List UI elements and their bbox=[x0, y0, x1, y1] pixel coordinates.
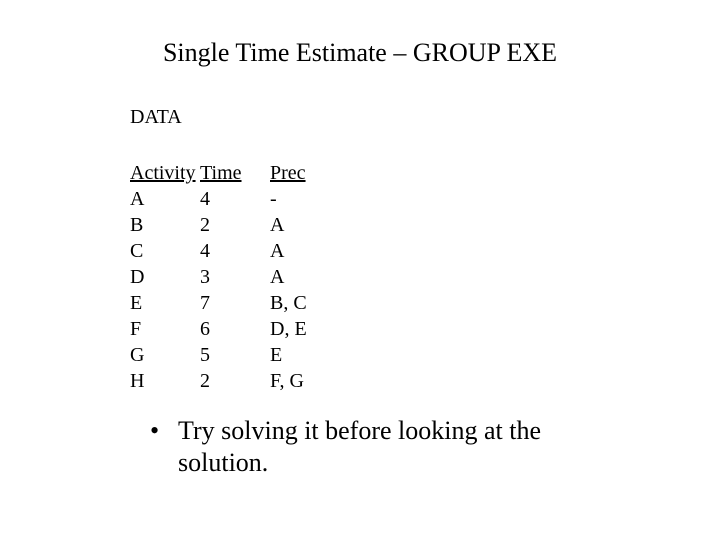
table-row: G 5 E bbox=[130, 342, 350, 368]
col-header-prec: Prec bbox=[270, 160, 350, 186]
cell-activity: D bbox=[130, 264, 200, 290]
cell-time: 7 bbox=[200, 290, 270, 316]
activity-table: Activity Time Prec A 4 - B 2 A C 4 A D 3… bbox=[130, 160, 350, 394]
bullet-text: Try solving it before looking at the sol… bbox=[178, 415, 630, 479]
cell-time: 5 bbox=[200, 342, 270, 368]
table-header-row: Activity Time Prec bbox=[130, 160, 350, 186]
cell-time: 4 bbox=[200, 186, 270, 212]
cell-time: 3 bbox=[200, 264, 270, 290]
cell-prec: D, E bbox=[270, 316, 350, 342]
cell-prec: A bbox=[270, 264, 350, 290]
cell-prec: E bbox=[270, 342, 350, 368]
cell-activity: H bbox=[130, 368, 200, 394]
cell-time: 2 bbox=[200, 212, 270, 238]
cell-activity: F bbox=[130, 316, 200, 342]
bullet-item: • Try solving it before looking at the s… bbox=[150, 415, 630, 479]
cell-time: 2 bbox=[200, 368, 270, 394]
table-row: C 4 A bbox=[130, 238, 350, 264]
col-header-activity: Activity bbox=[130, 160, 200, 186]
cell-activity: C bbox=[130, 238, 200, 264]
cell-activity: G bbox=[130, 342, 200, 368]
cell-activity: B bbox=[130, 212, 200, 238]
table-row: A 4 - bbox=[130, 186, 350, 212]
bullet-marker: • bbox=[150, 415, 178, 479]
cell-prec: A bbox=[270, 212, 350, 238]
cell-activity: A bbox=[130, 186, 200, 212]
cell-time: 4 bbox=[200, 238, 270, 264]
cell-time: 6 bbox=[200, 316, 270, 342]
cell-prec: - bbox=[270, 186, 350, 212]
table-row: H 2 F, G bbox=[130, 368, 350, 394]
slide: Single Time Estimate – GROUP EXE DATA Ac… bbox=[0, 0, 720, 540]
table-row: F 6 D, E bbox=[130, 316, 350, 342]
cell-prec: A bbox=[270, 238, 350, 264]
table-row: D 3 A bbox=[130, 264, 350, 290]
cell-activity: E bbox=[130, 290, 200, 316]
cell-prec: F, G bbox=[270, 368, 350, 394]
table-row: B 2 A bbox=[130, 212, 350, 238]
col-header-time: Time bbox=[200, 160, 270, 186]
table-row: E 7 B, C bbox=[130, 290, 350, 316]
cell-prec: B, C bbox=[270, 290, 350, 316]
page-title: Single Time Estimate – GROUP EXE bbox=[0, 38, 720, 68]
data-section-label: DATA bbox=[130, 106, 182, 129]
